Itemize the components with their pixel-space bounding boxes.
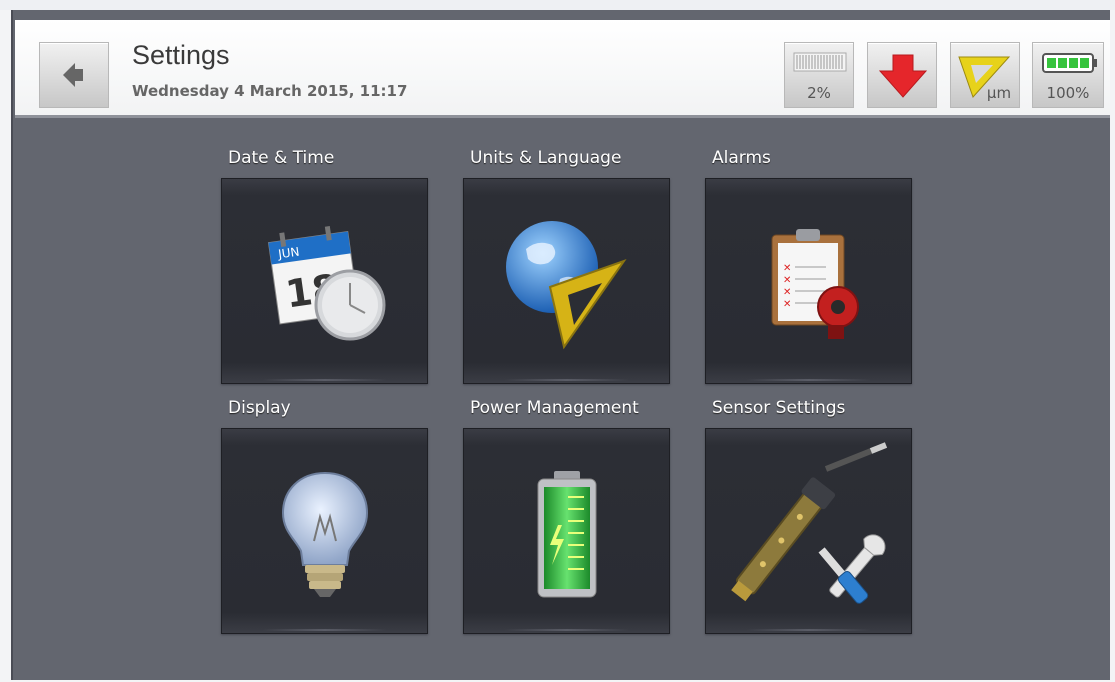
battery-percent: 100% <box>1046 84 1090 102</box>
power-management-tile[interactable] <box>463 428 670 634</box>
download-arrow-icon <box>878 54 928 98</box>
page-title: Settings <box>132 40 230 70</box>
display-tile[interactable] <box>221 428 428 634</box>
back-arrow-icon <box>63 63 83 87</box>
globe-ruler-icon <box>506 221 627 350</box>
units-label: µm <box>986 84 1012 102</box>
light-bulb-icon <box>281 471 369 597</box>
back-button[interactable] <box>39 42 109 108</box>
units-language-tile[interactable] <box>463 178 670 384</box>
memory-status-button[interactable]: 2% <box>784 42 854 108</box>
tile-label-date-time: Date & Time <box>228 148 335 168</box>
download-button[interactable] <box>867 42 937 108</box>
clipboard-alarm-bell-icon: ✕ ✕ ✕ ✕ <box>771 229 859 339</box>
memory-percent: 2% <box>807 84 831 102</box>
svg-text:✕: ✕ <box>783 275 791 286</box>
tile-label-display: Display <box>228 398 291 418</box>
tile-label-alarms: Alarms <box>712 148 771 168</box>
units-status-button[interactable]: µm <box>950 42 1020 108</box>
sensor-settings-tile[interactable] <box>705 428 912 634</box>
alarms-tile[interactable]: ✕ ✕ ✕ ✕ <box>705 178 912 384</box>
svg-text:✕: ✕ <box>783 287 791 298</box>
tile-label-units-language: Units & Language <box>470 148 622 168</box>
settings-screen: Settings Wednesday 4 March 2015, 11:17 2… <box>11 10 1110 680</box>
calendar-clock-icon: JUN 18 <box>267 226 386 341</box>
svg-text:✕: ✕ <box>783 263 791 274</box>
sensor-tools-icon <box>731 442 888 604</box>
current-datetime: Wednesday 4 March 2015, 11:17 <box>132 82 408 100</box>
svg-text:✕: ✕ <box>783 299 791 310</box>
battery-icon <box>1042 53 1097 73</box>
battery-status-button[interactable]: 100% <box>1032 42 1104 108</box>
tile-label-power-management: Power Management <box>470 398 639 418</box>
tile-label-sensor-settings: Sensor Settings <box>712 398 846 418</box>
memory-bar-icon <box>793 52 847 72</box>
window-top-strip <box>0 0 1115 10</box>
date-time-tile[interactable]: JUN 18 <box>221 178 428 384</box>
header-bar: Settings Wednesday 4 March 2015, 11:17 2… <box>15 20 1110 118</box>
battery-charging-icon <box>537 471 597 598</box>
